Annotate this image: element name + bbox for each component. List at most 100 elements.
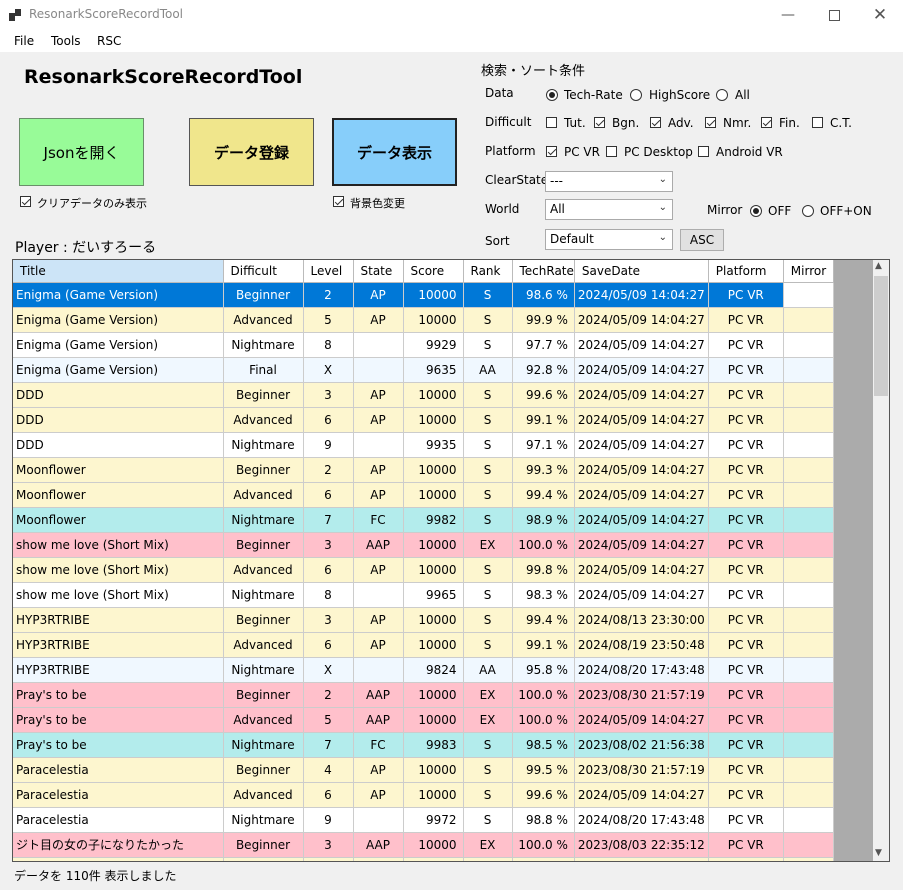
cell-title[interactable]: show me love (Short Mix)	[13, 582, 224, 608]
data-radio-highscore[interactable]	[630, 89, 642, 101]
cell-level[interactable]	[303, 857, 354, 861]
scroll-up-icon[interactable]: ▲	[875, 261, 882, 271]
cell-title[interactable]: DDD	[13, 432, 224, 458]
difficult-checkbox-adv[interactable]	[650, 117, 661, 128]
cell-savedate[interactable]: 2024/05/09 14:04:27	[574, 357, 709, 383]
cell-techrate[interactable]: 99.9 %	[512, 307, 575, 333]
cell-savedate[interactable]: 2024/05/09 14:04:27	[574, 332, 709, 358]
cell-rank[interactable]: S	[463, 807, 513, 833]
cell-techrate[interactable]: 100.0 %	[512, 532, 575, 558]
cell-score[interactable]: 9824	[403, 657, 464, 683]
table-row[interactable]: show me love (Short Mix) Nightmare 8 9965 S 9…	[13, 582, 834, 608]
cell-score[interactable]: 10000	[403, 682, 464, 708]
cell-title[interactable]: HYP3RTRIBE	[13, 657, 224, 683]
cell-rank[interactable]: S	[463, 332, 513, 358]
display-data-button[interactable]: データ表示	[332, 118, 457, 186]
table-row[interactable]: HYP3RTRIBE Nightmare X 9824 AA 95.8 % 2024/08/…	[13, 657, 834, 683]
register-data-button[interactable]: データ登録	[189, 118, 314, 186]
mirror-radio-off[interactable]	[750, 205, 762, 217]
cell-mirror[interactable]	[783, 707, 834, 733]
cell-score[interactable]: 10000	[403, 382, 464, 408]
cell-platform[interactable]: PC VR	[708, 807, 784, 833]
cell-platform[interactable]: PC VR	[708, 457, 784, 483]
cell-savedate[interactable]: 2024/08/13 23:30:00	[574, 607, 709, 633]
cell-title[interactable]: HYP3RTRIBE	[13, 607, 224, 633]
cell-mirror[interactable]	[783, 632, 834, 658]
table-row[interactable]: HYP3RTRIBE Advanced 6 AP 10000 S 99.1 % 2024/08…	[13, 632, 834, 658]
cell-savedate[interactable]: 2024/08/20 17:43:48	[574, 657, 709, 683]
cell-state[interactable]: AP	[353, 557, 404, 583]
table-row[interactable]: Moonflower Advanced 6 AP 10000 S 99.4 % 2024/05…	[13, 482, 834, 508]
cell-score[interactable]: 10000	[403, 532, 464, 558]
cell-title[interactable]: ジト目の女の子になりたかった	[13, 832, 224, 858]
cell-platform[interactable]: PC VR	[708, 282, 784, 308]
cell-savedate[interactable]	[574, 857, 709, 861]
cell-mirror[interactable]	[783, 782, 834, 808]
cell-score[interactable]: 10000	[403, 707, 464, 733]
cell-level[interactable]: 4	[303, 757, 354, 783]
cell-savedate[interactable]: 2023/08/03 22:35:12	[574, 832, 709, 858]
table-row[interactable]: DDD Beginner 3 AP 10000 S 99.6 % 2024/05/09 14:…	[13, 382, 834, 408]
cell-mirror[interactable]	[783, 357, 834, 383]
cell-state[interactable]: AP	[353, 457, 404, 483]
cell-level[interactable]: 7	[303, 732, 354, 758]
cell-savedate[interactable]: 2024/05/09 14:04:27	[574, 707, 709, 733]
cell-mirror[interactable]	[783, 482, 834, 508]
cell-title[interactable]: Enigma (Game Version)	[13, 307, 224, 333]
table-row[interactable]: HYP3RTRIBE Beginner 3 AP 10000 S 99.4 % 2024/08…	[13, 607, 834, 633]
cell-difficult[interactable]: Nightmare	[223, 807, 304, 833]
cell-savedate[interactable]: 2024/05/09 14:04:27	[574, 382, 709, 408]
table-row[interactable]: Paracelestia Beginner 4 AP 10000 S 99.5 % 2023/…	[13, 757, 834, 783]
data-radio-techrate[interactable]	[546, 89, 558, 101]
column-header-level[interactable]: Level	[303, 260, 354, 283]
cell-state[interactable]: AP	[353, 482, 404, 508]
column-header-techrate[interactable]: TechRate	[512, 260, 575, 283]
cell-difficult[interactable]: Final	[223, 357, 304, 383]
cell-savedate[interactable]: 2023/08/30 21:57:19	[574, 682, 709, 708]
cell-state[interactable]: FC	[353, 732, 404, 758]
cell-techrate[interactable]: 98.6 %	[512, 282, 575, 308]
cell-platform[interactable]: PC VR	[708, 432, 784, 458]
sort-order-button[interactable]: ASC	[680, 229, 724, 251]
cell-level[interactable]: 6	[303, 782, 354, 808]
cell-score[interactable]: 10000	[403, 457, 464, 483]
cell-level[interactable]: 3	[303, 607, 354, 633]
cell-mirror[interactable]	[783, 507, 834, 533]
cell-mirror[interactable]	[783, 582, 834, 608]
table-row[interactable]: DDD Advanced 6 AP 10000 S 99.1 % 2024/05/09 14:…	[13, 407, 834, 433]
cell-title[interactable]: Paracelestia	[13, 757, 224, 783]
cell-platform[interactable]: PC VR	[708, 582, 784, 608]
cell-state[interactable]	[353, 582, 404, 608]
cell-difficult[interactable]	[223, 857, 304, 861]
scroll-down-icon[interactable]: ▼	[875, 848, 882, 858]
cell-rank[interactable]: S	[463, 632, 513, 658]
cell-mirror[interactable]	[783, 657, 834, 683]
cell-title[interactable]: Pray's to be	[13, 707, 224, 733]
cell-state[interactable]: AAP	[353, 682, 404, 708]
clearstate-select[interactable]: --- ⌄	[545, 171, 673, 192]
cell-rank[interactable]	[463, 857, 513, 861]
cell-techrate[interactable]: 100.0 %	[512, 707, 575, 733]
cell-rank[interactable]: S	[463, 407, 513, 433]
difficult-checkbox-bgn[interactable]	[594, 117, 605, 128]
cell-techrate[interactable]: 99.8 %	[512, 557, 575, 583]
cell-title[interactable]: Pray's to be	[13, 732, 224, 758]
cell-state[interactable]: AP	[353, 632, 404, 658]
cell-rank[interactable]: S	[463, 432, 513, 458]
cell-savedate[interactable]: 2024/08/19 23:50:48	[574, 632, 709, 658]
cell-difficult[interactable]: Beginner	[223, 607, 304, 633]
cell-title[interactable]: HYP3RTRIBE	[13, 632, 224, 658]
cell-rank[interactable]: EX	[463, 682, 513, 708]
cell-title[interactable]: Paracelestia	[13, 807, 224, 833]
cell-savedate[interactable]: 2024/05/09 14:04:27	[574, 532, 709, 558]
cell-platform[interactable]: PC VR	[708, 357, 784, 383]
cell-title[interactable]: Enigma (Game Version)	[13, 282, 224, 308]
cell-techrate[interactable]: 98.5 %	[512, 732, 575, 758]
cell-savedate[interactable]: 2023/08/30 21:57:19	[574, 757, 709, 783]
cell-state[interactable]: AAP	[353, 832, 404, 858]
cell-difficult[interactable]: Beginner	[223, 457, 304, 483]
cell-mirror[interactable]	[783, 682, 834, 708]
cell-level[interactable]: 2	[303, 282, 354, 308]
cell-level[interactable]: 9	[303, 432, 354, 458]
cell-level[interactable]: 8	[303, 582, 354, 608]
